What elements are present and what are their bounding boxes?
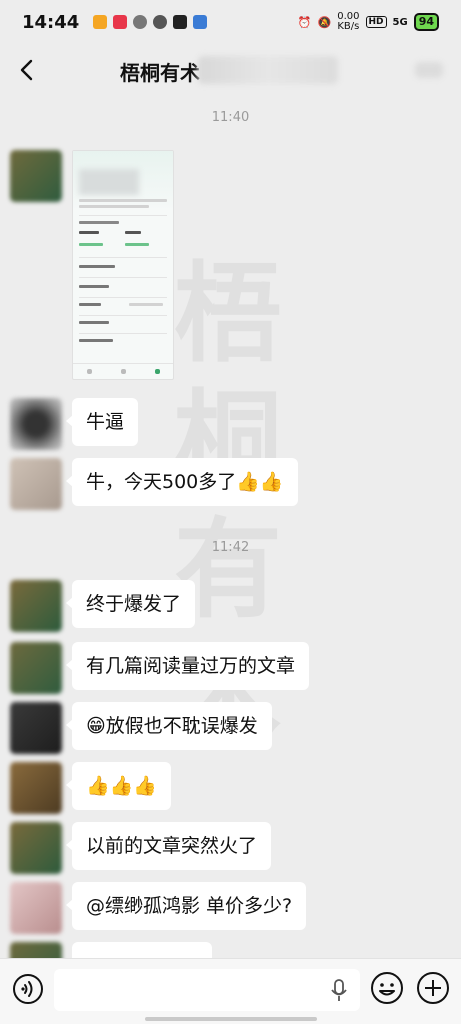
message-bubble[interactable]: 牛逼 [65,398,139,446]
shared-screenshot-image[interactable] [72,150,174,380]
avatar[interactable] [10,398,62,450]
message-bubble[interactable]: 终于爆发了 [65,580,196,628]
network-speed-unit: KB/s [337,21,360,32]
message-bubble-partial[interactable] [72,942,212,958]
avatar[interactable] [10,642,62,694]
message-input[interactable] [54,969,360,1011]
plus-icon[interactable] [416,971,450,1005]
more-options-icon[interactable] [415,62,443,78]
app-notification-icon [153,15,168,29]
emoji-icon[interactable] [370,971,404,1005]
status-indicators: ⏰ 🔕 0.00 KB/s HD 5G 94 [298,12,439,32]
voice-input-icon[interactable] [12,973,44,1005]
home-indicator [145,1017,317,1021]
battery-icon: 94 [413,13,439,31]
app-notification-icon [113,15,128,29]
timestamp: 11:42 [211,540,250,555]
avatar[interactable] [10,702,62,754]
signal-icon: 5G [392,16,408,28]
timestamp: 11:40 [211,110,250,125]
message-bubble[interactable]: 👍👍👍 [66,762,171,810]
avatar[interactable] [10,942,62,958]
message-row [10,942,212,958]
back-arrow-icon[interactable] [14,56,42,84]
message-bubble[interactable]: 牛，今天500多了👍👍 [66,458,298,506]
avatar[interactable] [10,458,62,510]
message-row: 有几篇阅读量过万的文章 [10,642,310,694]
message-row: 😁放假也不耽误爆发 [10,702,272,754]
blurred-title-suffix [198,56,338,84]
chat-messages[interactable]: 11:40 牛逼 牛，今天500多了👍👍 11:42 终于爆发了 有几篇阅读量过… [0,96,461,958]
network-speed: 0.00 KB/s [337,12,359,32]
message-row: 牛逼 [10,398,139,450]
alarm-icon: ⏰ [297,15,312,29]
message-row: @缥缈孤鸿影 单价多少? [10,882,307,934]
avatar[interactable] [10,882,62,934]
message-row [10,150,174,380]
avatar[interactable] [10,762,62,814]
app-notification-icon [193,15,208,29]
message-row: 牛，今天500多了👍👍 [10,458,298,510]
chat-header: 梧桐有术 [0,44,461,96]
message-row: 以前的文章突然火了 [10,822,272,874]
status-app-icons [93,15,208,29]
message-row: 终于爆发了 [10,580,196,632]
status-time: 14:44 [22,11,80,33]
avatar[interactable] [10,580,62,632]
avatar[interactable] [10,150,62,202]
mute-icon: 🔕 [317,15,332,29]
app-notification-icon [93,15,108,29]
message-bubble[interactable]: 😁放假也不耽误爆发 [66,702,272,750]
message-bubble[interactable]: 有几篇阅读量过万的文章 [65,642,310,690]
wechat-icon [133,15,148,29]
input-bar [0,958,461,1024]
message-row: 👍👍👍 [10,762,171,814]
tiktok-icon [173,15,188,29]
hd-badge: HD [365,16,387,28]
avatar[interactable] [10,822,62,874]
message-bubble[interactable]: 以前的文章突然火了 [65,822,272,870]
message-bubble[interactable]: @缥缈孤鸿影 单价多少? [65,882,307,930]
chat-title: 梧桐有术 [120,61,200,85]
status-bar: 14:44 ⏰ 🔕 0.00 KB/s HD 5G 94 [0,0,461,44]
microphone-icon[interactable] [330,979,348,1003]
